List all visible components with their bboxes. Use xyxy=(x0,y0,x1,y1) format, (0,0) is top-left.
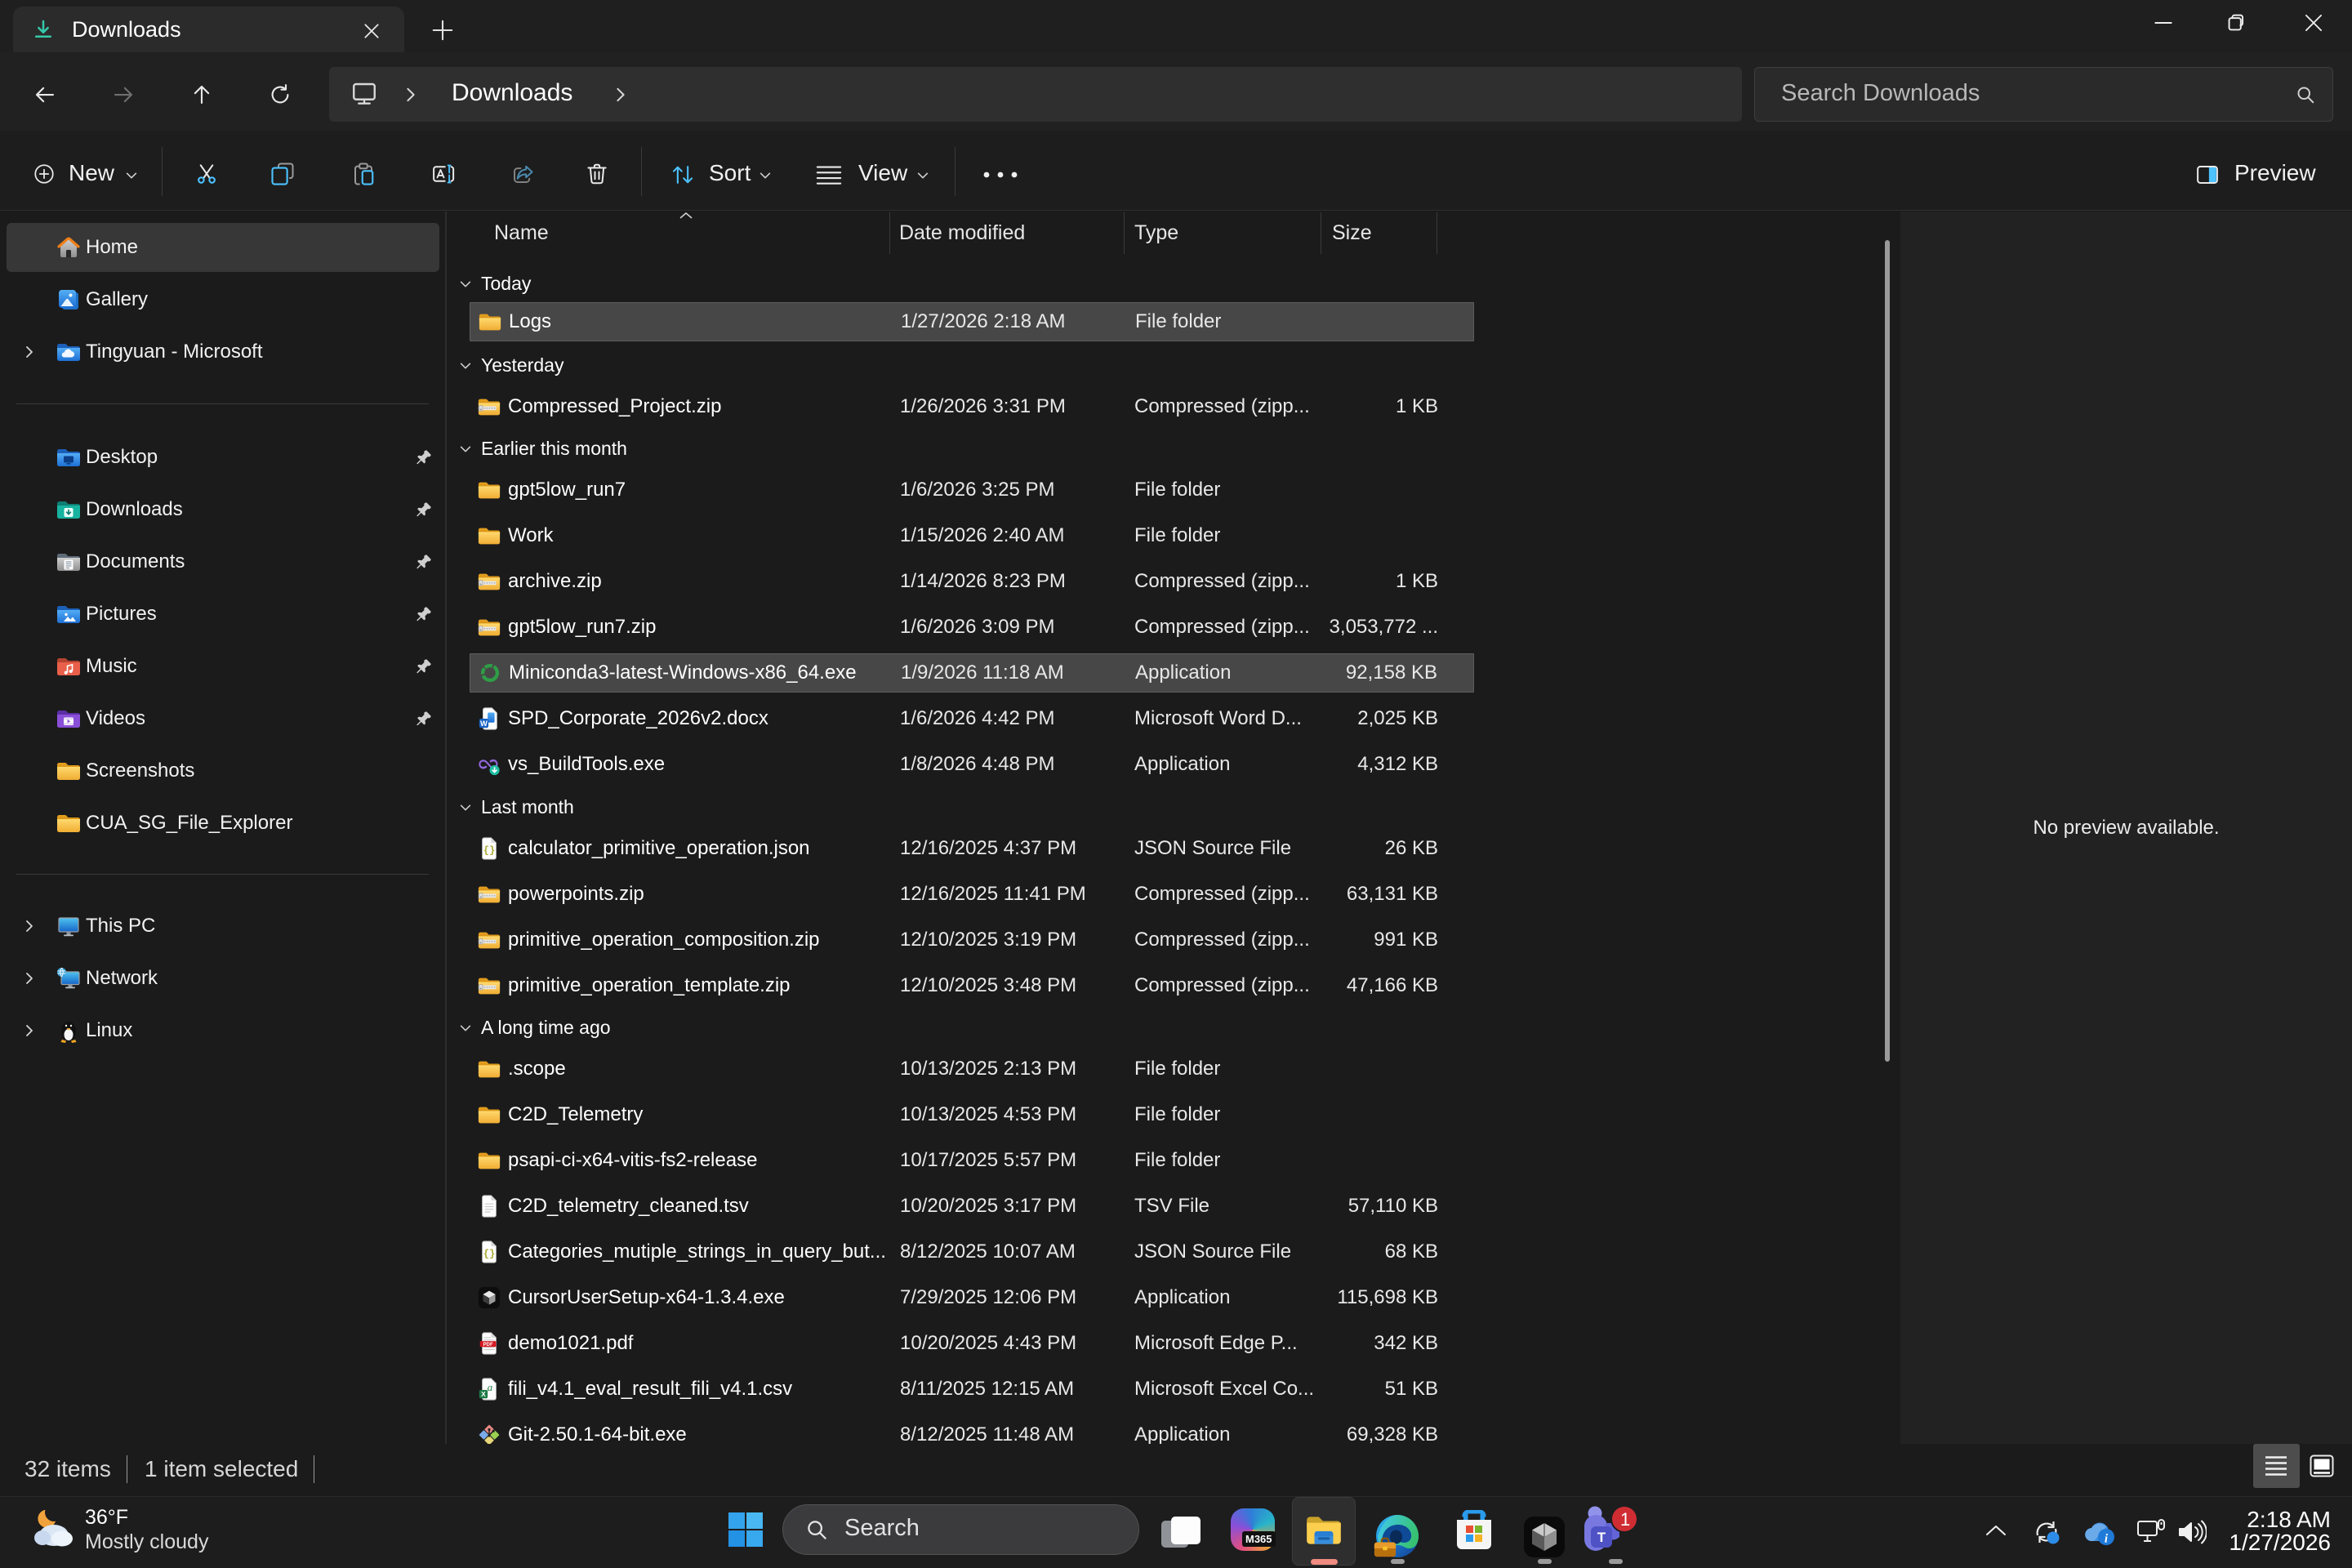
svg-text:T: T xyxy=(1597,1530,1606,1545)
